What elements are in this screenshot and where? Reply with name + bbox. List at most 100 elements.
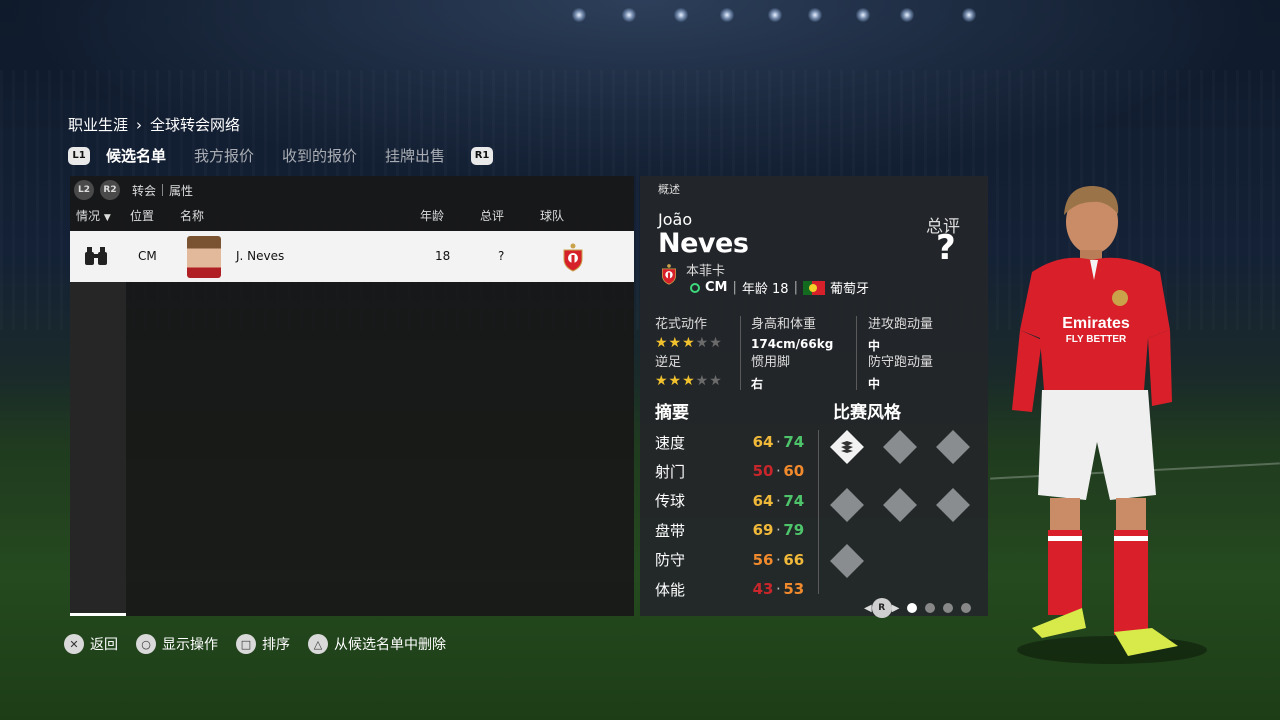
playstyle-slot[interactable] bbox=[936, 488, 970, 522]
separator: | bbox=[732, 280, 737, 295]
breadcrumb: 职业生涯 › 全球转会网络 bbox=[68, 114, 240, 135]
prompt-remove[interactable]: △ 从候选名单中删除 bbox=[308, 634, 446, 654]
stat-row: 射门 50 · 60 bbox=[655, 459, 807, 483]
breadcrumb-root[interactable]: 职业生涯 bbox=[68, 114, 128, 135]
binoculars-icon bbox=[85, 247, 107, 265]
player-position: CM bbox=[705, 280, 728, 295]
star-icon: ★★★ bbox=[655, 373, 696, 389]
stat-name: 盘带 bbox=[655, 521, 686, 540]
stat-current-value: 50 bbox=[752, 462, 774, 481]
stat-separator: · bbox=[775, 550, 781, 569]
page-dot[interactable] bbox=[943, 603, 954, 613]
triangle-button-icon: △ bbox=[308, 634, 328, 654]
prompt-sort[interactable]: □ 排序 bbox=[236, 634, 290, 654]
top-tabs: L1 候选名单 我方报价 收到的报价 挂牌出售 R1 bbox=[68, 145, 494, 166]
height-weight: 身高和体重 174cm/66kg bbox=[751, 313, 833, 351]
stat-potential-value: 74 bbox=[783, 433, 805, 451]
stat-row: 传球 64 · 74 bbox=[655, 489, 807, 513]
tab-transfer-list[interactable]: 挂牌出售 bbox=[385, 145, 445, 166]
column-header-ovr[interactable]: 总评 bbox=[480, 207, 504, 224]
tab-shortlist[interactable]: 候选名单 bbox=[106, 145, 166, 166]
playstyle-slot[interactable] bbox=[830, 544, 864, 578]
stat-separator: · bbox=[775, 491, 781, 510]
portugal-flag-icon bbox=[802, 280, 825, 295]
skill-moves-stars: ★★★★★ bbox=[655, 335, 723, 351]
square-button-icon: □ bbox=[236, 634, 256, 654]
stadium-light bbox=[856, 8, 870, 22]
stat-name: 射门 bbox=[655, 462, 686, 481]
stat-current-value: 43 bbox=[752, 580, 774, 598]
stat-row: 防守 56 · 66 bbox=[655, 548, 807, 572]
table-row[interactable]: CM J. Neves 18 ? bbox=[70, 231, 634, 282]
player-avatar bbox=[187, 236, 221, 278]
playstyle-slot[interactable] bbox=[936, 430, 970, 464]
row-age: 18 bbox=[435, 249, 451, 263]
stat-potential-value: 79 bbox=[783, 521, 805, 540]
preferred-foot-label: 惯用脚 bbox=[751, 355, 791, 370]
chevron-right-icon[interactable]: ▶ bbox=[892, 603, 900, 614]
l2-button-icon[interactable]: L2 bbox=[74, 180, 94, 200]
attack-work-rate-label: 进攻跑动量 bbox=[868, 317, 934, 332]
player-model: Emirates FLY BETTER bbox=[1012, 185, 1207, 664]
stat-separator: · bbox=[775, 580, 781, 598]
skill-moves: 花式动作 ★★★★★ bbox=[655, 313, 723, 351]
prompt-show-actions[interactable]: ○ 显示操作 bbox=[136, 634, 218, 654]
row-position: CM bbox=[138, 249, 157, 263]
stadium-light bbox=[900, 8, 914, 22]
stat-potential-value: 60 bbox=[783, 462, 805, 481]
column-header-club[interactable]: 球队 bbox=[540, 207, 564, 224]
star-empty-icon: ★★ bbox=[695, 373, 723, 389]
r2-button-icon[interactable]: R2 bbox=[100, 180, 120, 200]
button-prompts: ✕ 返回 ○ 显示操作 □ 排序 △ 从候选名单中删除 bbox=[64, 634, 464, 654]
playstyle-slot[interactable] bbox=[883, 488, 917, 522]
playstyle-icon bbox=[841, 441, 853, 453]
stat-current-value: 69 bbox=[752, 521, 774, 540]
weak-foot: 逆足 ★★★★★ bbox=[655, 351, 723, 389]
chevron-left-icon[interactable]: ◀ bbox=[864, 603, 872, 614]
playstyle-slot[interactable] bbox=[883, 430, 917, 464]
height-weight-value: 174cm/66kg bbox=[751, 337, 834, 351]
shirt-sponsor-sub: FLY BETTER bbox=[1066, 334, 1127, 345]
filter-transfer[interactable]: 转会 bbox=[132, 182, 156, 199]
cross-button-icon: ✕ bbox=[64, 634, 84, 654]
playstyle-slot-active[interactable] bbox=[830, 430, 864, 464]
column-header-status[interactable]: 情况 ▼ bbox=[76, 207, 111, 224]
stat-separator: · bbox=[775, 521, 781, 540]
tab-received-offers[interactable]: 收到的报价 bbox=[282, 145, 357, 166]
prompt-back[interactable]: ✕ 返回 bbox=[64, 634, 118, 654]
stat-current-value: 64 bbox=[752, 491, 774, 510]
stat-separator: · bbox=[775, 462, 781, 481]
column-header-position[interactable]: 位置 bbox=[130, 207, 154, 224]
sort-down-icon: ▼ bbox=[103, 213, 111, 223]
stat-name: 防守 bbox=[655, 551, 686, 570]
filter-attributes[interactable]: 属性 bbox=[169, 182, 193, 199]
benfica-badge-icon bbox=[662, 264, 676, 285]
l1-button-icon[interactable]: L1 bbox=[68, 146, 90, 165]
page-dot-active[interactable] bbox=[907, 603, 918, 613]
column-header-name[interactable]: 名称 bbox=[180, 207, 204, 224]
stadium-light bbox=[808, 8, 822, 22]
player-last-name: Neves bbox=[658, 228, 749, 259]
chevron-right-icon: › bbox=[136, 115, 143, 134]
stadium-light bbox=[572, 8, 586, 22]
page-dot[interactable] bbox=[961, 603, 972, 613]
skill-moves-label: 花式动作 bbox=[655, 317, 708, 332]
overview-label: 概述 bbox=[658, 183, 680, 196]
column-header-age[interactable]: 年龄 bbox=[420, 207, 444, 224]
defense-work-rate-label: 防守跑动量 bbox=[868, 355, 934, 370]
star-icon: ★★★ bbox=[655, 335, 696, 351]
stadium-light bbox=[720, 8, 734, 22]
tab-my-offers[interactable]: 我方报价 bbox=[194, 145, 254, 166]
row-ovr: ? bbox=[498, 249, 505, 263]
r1-button-icon[interactable]: R1 bbox=[471, 146, 494, 165]
stat-name: 体能 bbox=[655, 580, 686, 599]
preferred-foot: 惯用脚 右 bbox=[751, 351, 790, 392]
list-sidebar bbox=[70, 282, 126, 616]
scroll-indicator bbox=[70, 613, 126, 616]
playstyle-slot[interactable] bbox=[830, 488, 864, 522]
player-age: 年龄 18 bbox=[741, 282, 789, 297]
r-stick-icon[interactable]: R bbox=[871, 598, 892, 618]
page-dot[interactable] bbox=[925, 603, 936, 613]
stat-name: 速度 bbox=[655, 433, 686, 452]
defense-work-rate-value: 中 bbox=[868, 377, 881, 391]
